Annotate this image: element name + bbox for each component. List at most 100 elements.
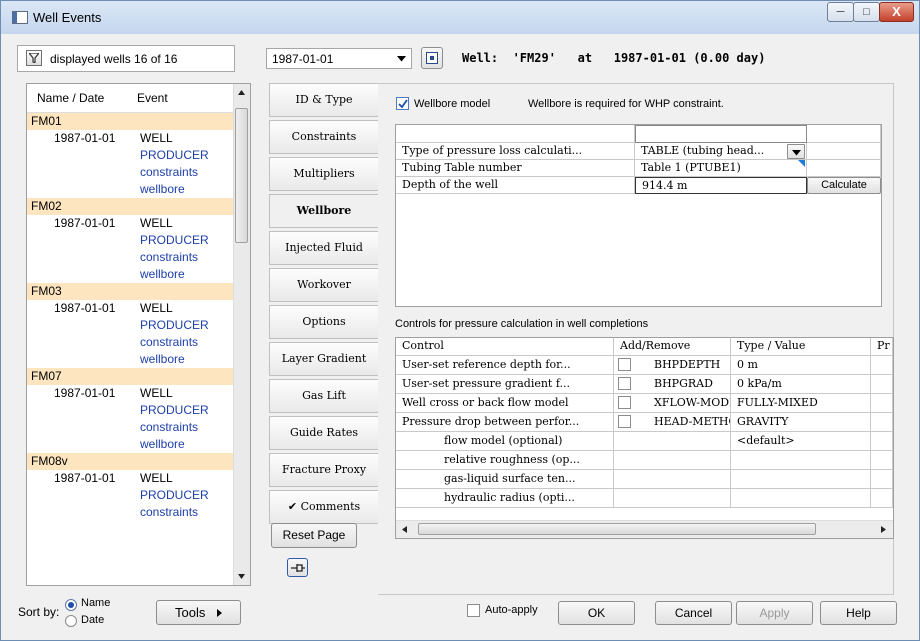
- tab-id-type[interactable]: ID & Type: [269, 83, 379, 117]
- control-value[interactable]: [731, 489, 871, 508]
- title-bar: Well Events ─ □ X: [1, 1, 919, 34]
- tab-constraints[interactable]: Constraints: [269, 120, 379, 154]
- column-header[interactable]: Pr: [871, 338, 893, 356]
- help-button[interactable]: Help: [820, 601, 897, 625]
- pin-button[interactable]: [287, 558, 308, 577]
- cancel-button[interactable]: Cancel: [655, 601, 732, 625]
- control-value[interactable]: GRAVITY: [731, 413, 871, 432]
- tree-group-row[interactable]: FM08v: [27, 453, 250, 470]
- tree-group-row[interactable]: FM02: [27, 198, 250, 215]
- tree-group-row[interactable]: FM07: [27, 368, 250, 385]
- column-header-name[interactable]: Name / Date: [37, 91, 104, 105]
- tree-event-row[interactable]: PRODUCER: [27, 402, 250, 419]
- well-filter-box[interactable]: displayed wells 16 of 16: [17, 45, 235, 72]
- sort-name-radio[interactable]: [65, 599, 77, 611]
- control-extra-cell: [871, 356, 893, 375]
- well-name: FM08v: [31, 454, 68, 468]
- tree-group-row[interactable]: FM03: [27, 283, 250, 300]
- tab-options[interactable]: Options: [269, 305, 379, 339]
- tree-event-row[interactable]: PRODUCER: [27, 232, 250, 249]
- wellbore-extra-cell: [807, 143, 881, 160]
- scroll-up-icon[interactable]: [238, 90, 245, 95]
- maximize-button[interactable]: □: [853, 2, 880, 22]
- tree-event-row[interactable]: 1987-01-01 WELL: [27, 470, 250, 487]
- tree-event-row[interactable]: wellbore: [27, 351, 250, 368]
- tab-fracture-proxy[interactable]: Fracture Proxy: [269, 453, 379, 487]
- apply-button[interactable]: Apply: [736, 601, 813, 625]
- wellbore-param-value[interactable]: TABLE (tubing head...: [635, 143, 807, 160]
- date-select[interactable]: 1987-01-01: [266, 48, 412, 69]
- tree-scrollbar[interactable]: [233, 84, 250, 585]
- control-value[interactable]: 0 kPa/m: [731, 375, 871, 394]
- control-extra-cell: [871, 413, 893, 432]
- control-value[interactable]: <default>: [731, 432, 871, 451]
- tab-layer-gradient[interactable]: Layer Gradient: [269, 342, 379, 376]
- tree-event-row[interactable]: 1987-01-01 WELL: [27, 215, 250, 232]
- scroll-down-icon[interactable]: [238, 574, 245, 579]
- tree-event-row[interactable]: PRODUCER: [27, 317, 250, 334]
- controls-hscrollbar[interactable]: [396, 520, 893, 538]
- tab-wellbore[interactable]: Wellbore: [269, 194, 379, 228]
- tab-multipliers[interactable]: Multipliers: [269, 157, 379, 191]
- close-button[interactable]: X: [879, 2, 914, 22]
- tree-event-row[interactable]: PRODUCER: [27, 147, 250, 164]
- pressure-loss-dropdown[interactable]: [787, 144, 805, 159]
- calendar-button[interactable]: [421, 47, 443, 69]
- tools-button[interactable]: Tools: [156, 600, 241, 625]
- column-header[interactable]: Type / Value: [731, 338, 871, 356]
- tab-injected-fluid[interactable]: Injected Fluid: [269, 231, 379, 265]
- auto-apply-checkbox[interactable]: [467, 604, 480, 617]
- column-header-event[interactable]: Event: [137, 91, 168, 105]
- scroll-right-icon[interactable]: [881, 526, 886, 533]
- tree-event-row[interactable]: constraints: [27, 334, 250, 351]
- tab-comments[interactable]: ✔ Comments: [269, 490, 379, 524]
- column-header[interactable]: Add/Remove: [614, 338, 731, 356]
- tree-event-row[interactable]: constraints: [27, 504, 250, 521]
- control-name: relative roughness (op...: [396, 451, 614, 470]
- wellbore-param-value[interactable]: Table 1 (PTUBE1): [635, 160, 807, 177]
- filter-label: displayed wells 16 of 16: [50, 52, 178, 66]
- tree-scroll-thumb[interactable]: [235, 108, 248, 243]
- add-remove-checkbox[interactable]: [618, 358, 631, 371]
- tab-gas-lift[interactable]: Gas Lift: [269, 379, 379, 413]
- control-value[interactable]: [731, 451, 871, 470]
- scroll-left-icon[interactable]: [402, 526, 407, 533]
- tree-event-row[interactable]: 1987-01-01 WELL: [27, 300, 250, 317]
- filter-icon[interactable]: [26, 50, 42, 66]
- event-name: constraints: [140, 165, 199, 179]
- sort-date-label: Date: [81, 614, 105, 626]
- add-remove-checkbox[interactable]: [618, 377, 631, 390]
- auto-apply-label: Auto-apply: [485, 604, 538, 616]
- chevron-down-icon: [397, 56, 406, 62]
- ok-button[interactable]: OK: [558, 601, 635, 625]
- control-value[interactable]: [731, 470, 871, 489]
- control-value[interactable]: 0 m: [731, 356, 871, 375]
- control-keyword: HEAD-METHOD: [654, 415, 730, 428]
- event-name: WELL: [140, 471, 173, 485]
- tree-event-row[interactable]: constraints: [27, 249, 250, 266]
- controls-scroll-thumb[interactable]: [418, 523, 816, 535]
- tree-event-row[interactable]: 1987-01-01 WELL: [27, 130, 250, 147]
- tree-event-row[interactable]: wellbore: [27, 181, 250, 198]
- tab-guide-rates[interactable]: Guide Rates: [269, 416, 379, 450]
- wellbore-model-checkbox[interactable]: [396, 97, 409, 110]
- tree-event-row[interactable]: 1987-01-01 WELL: [27, 385, 250, 402]
- calculate-button[interactable]: Calculate: [807, 177, 881, 194]
- tree-event-row[interactable]: wellbore: [27, 436, 250, 453]
- add-remove-checkbox[interactable]: [618, 396, 631, 409]
- event-date: 1987-01-01: [54, 131, 116, 145]
- tree-event-row[interactable]: wellbore: [27, 266, 250, 283]
- column-header[interactable]: Control: [396, 338, 614, 356]
- control-value[interactable]: FULLY-MIXED: [731, 394, 871, 413]
- minimize-button[interactable]: ─: [827, 2, 854, 22]
- tree-event-row[interactable]: constraints: [27, 419, 250, 436]
- add-remove-checkbox[interactable]: [618, 415, 631, 428]
- event-name: wellbore: [140, 437, 185, 451]
- tab-workover[interactable]: Workover: [269, 268, 379, 302]
- sort-date-radio[interactable]: [65, 615, 77, 627]
- tree-event-row[interactable]: PRODUCER: [27, 487, 250, 504]
- reset-page-button[interactable]: Reset Page: [271, 523, 357, 548]
- tree-event-row[interactable]: constraints: [27, 164, 250, 181]
- tree-group-row[interactable]: FM01: [27, 113, 250, 130]
- wellbore-param-value[interactable]: 914.4 m: [635, 177, 807, 194]
